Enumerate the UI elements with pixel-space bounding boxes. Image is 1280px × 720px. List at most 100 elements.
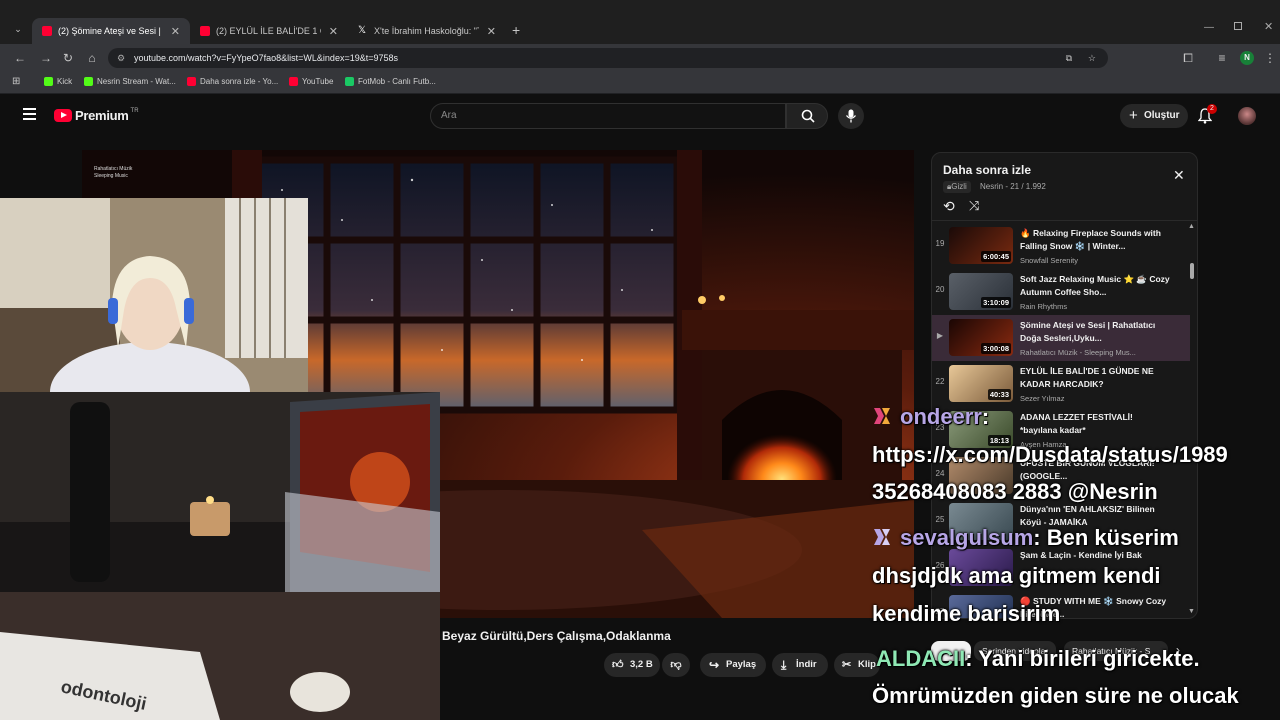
search-button[interactable] [786, 103, 828, 129]
chat-text: : [981, 404, 990, 429]
playlist-item[interactable]: 20 3:10:09 Soft Jazz Relaxing Music ⭐ ☕ … [932, 269, 1190, 315]
hamburger-menu-icon[interactable] [23, 108, 36, 120]
x-favicon-icon: 𝕏 [358, 25, 367, 36]
new-tab-icon[interactable]: + [512, 22, 520, 38]
browser-tab-2[interactable]: (2) EYLÜL İLE BALİ'DE 1 GÜNDE ✕ [190, 18, 348, 44]
restore-icon[interactable] [1234, 22, 1242, 30]
browser-tab-1[interactable]: (2) Şömine Ateşi ve Sesi | Rahatl ✕ [32, 18, 190, 44]
browser-toolbar: ← → ↻ ⌂ ⚙ youtube.com/watch?v=FyYpeO7fao… [0, 44, 1280, 72]
playlist-privacy-badge: 🔒︎Gizli [943, 181, 971, 193]
bookmark-item[interactable]: Daha sonra izle - Yo... [187, 77, 278, 86]
item-thumbnail: 3:00:08 [949, 319, 1013, 356]
browser-menu-icon[interactable]: ⋮ [1262, 50, 1278, 66]
playlist-owner-progress: Nesrin - 21 / 1.992 [980, 182, 1046, 191]
chat-badge-icon [874, 408, 890, 424]
bookmark-item[interactable]: Nesrin Stream - Wat... [84, 77, 176, 86]
item-thumbnail: 40:33 [949, 365, 1013, 402]
search-icon [801, 109, 815, 123]
chat-message-1-line-2: https://x.com/Dusdata/status/1989 [872, 442, 1228, 467]
back-icon[interactable]: ← [12, 50, 28, 66]
item-duration: 3:10:09 [981, 297, 1011, 308]
forward-icon[interactable]: → [38, 50, 54, 66]
microphone-icon [845, 109, 857, 123]
close-tab-icon[interactable]: ✕ [487, 25, 496, 38]
chat-username[interactable]: sevalgulsum [900, 525, 1033, 550]
privacy-label: Gizli [951, 182, 967, 191]
dislike-button[interactable]: 👎︎ [662, 653, 690, 677]
install-icon[interactable]: ⧉ [1066, 48, 1072, 68]
youtube-play-logo-icon [54, 109, 72, 122]
bookmark-label: Daha sonra izle - Yo... [200, 77, 279, 86]
tab-title: (2) Şömine Ateşi ve Sesi | Rahatl [58, 26, 163, 36]
create-button[interactable]: + Oluştur [1120, 104, 1188, 128]
account-avatar[interactable] [1238, 107, 1256, 125]
reload-icon[interactable]: ↻ [60, 50, 76, 66]
download-icon: ⤓ [781, 658, 787, 672]
streamer-webcam [0, 198, 308, 392]
item-title: Şömine Ateşi ve Sesi | Rahatlatıcı Doğa … [1020, 320, 1156, 343]
thumbs-down-icon: 👎︎ [670, 659, 682, 671]
chat-message-1: ondeerr: [872, 398, 989, 435]
browser-tab-bar: ⌄ (2) Şömine Ateşi ve Sesi | Rahatl ✕ (2… [0, 0, 1280, 44]
youtube-favicon-icon [42, 26, 52, 36]
bookmark-item[interactable]: YouTube [289, 77, 333, 86]
like-button[interactable]: 👍︎ 3,2 B [604, 653, 660, 677]
bookmarks-bar: ⊞ Kick Nesrin Stream - Wat... Daha sonra… [0, 72, 1280, 94]
bookmark-star-icon[interactable]: ☆ [1088, 48, 1096, 68]
media-controls-icon[interactable]: ≡ [1214, 50, 1230, 66]
youtube-header: Premium TR Ara + Oluştur 2 [0, 95, 1280, 137]
chat-message-3: ALDACII: Yani birileri giricekte. [872, 640, 1200, 677]
item-index: 22 [935, 377, 945, 386]
scissors-icon: ✂ [842, 659, 852, 671]
playlist-item-current[interactable]: ▶ 3:00:08 Şömine Ateşi ve Sesi | Rahatla… [932, 315, 1190, 361]
like-count: 3,2 B [630, 659, 653, 670]
fotmob-favicon-icon [345, 77, 354, 86]
close-tab-icon[interactable]: ✕ [329, 25, 338, 38]
profile-avatar[interactable]: N [1240, 51, 1254, 65]
browser-tab-3[interactable]: 𝕏 X'te İbrahim Haskoloğlu: "Türkiy ✕ [348, 18, 506, 44]
close-window-icon[interactable]: ✕ [1264, 20, 1273, 33]
close-playlist-icon[interactable]: ✕ [1173, 167, 1185, 184]
chat-message-2-line-2: dhsjdjdk ama gitmem kendi [872, 563, 1161, 588]
scroll-up-icon[interactable]: ▲ [1188, 223, 1195, 230]
playlist-scrollbar[interactable] [1190, 263, 1194, 279]
loop-icon[interactable]: ⟲ [943, 198, 955, 215]
home-icon[interactable]: ⌂ [84, 50, 100, 66]
kick-favicon-icon [84, 77, 93, 86]
youtube-logo[interactable]: Premium TR [54, 108, 139, 123]
playlist-title[interactable]: Daha sonra izle [943, 163, 1031, 177]
close-tab-icon[interactable]: ✕ [171, 25, 180, 38]
url-text: youtube.com/watch?v=FyYpeO7fao8&list=WL&… [134, 53, 398, 63]
bookmark-item[interactable]: FotMob - Canlı Futb... [345, 77, 436, 86]
item-thumbnail: 6:00:45 [949, 227, 1013, 264]
playlist-item[interactable]: 19 6:00:45 🔥 Relaxing Fireplace Sounds w… [932, 223, 1190, 269]
apps-grid-icon[interactable]: ⊞ [12, 77, 22, 87]
chat-username[interactable]: ondeerr [900, 404, 982, 429]
item-channel: Rain Rhythms [1020, 302, 1068, 311]
bookmark-item[interactable]: Kick [44, 77, 72, 86]
shuffle-icon[interactable]: ⤨ [969, 198, 979, 214]
bookmark-label: Kick [57, 77, 73, 86]
bookmark-label: YouTube [302, 77, 334, 86]
kick-favicon-icon [44, 77, 53, 86]
item-channel: Rahatlatıcı Müzik - Sleeping Mus... [1020, 348, 1136, 357]
minimize-icon[interactable]: — [1204, 22, 1214, 33]
chat-username[interactable]: ALDACII [876, 646, 965, 671]
scroll-down-icon[interactable]: ▼ [1188, 608, 1195, 615]
chat-message-2: sevalgulsum: Ben küserim [872, 519, 1179, 556]
site-info-icon[interactable]: ⚙ [117, 48, 125, 68]
notifications-button[interactable]: 2 [1197, 104, 1217, 126]
item-index: 19 [935, 239, 945, 248]
tab-title: (2) EYLÜL İLE BALİ'DE 1 GÜNDE [216, 26, 321, 36]
share-button[interactable]: ↪ Paylaş [700, 653, 766, 677]
search-input[interactable]: Ara [430, 103, 786, 129]
youtube-favicon-icon [187, 77, 196, 86]
address-bar[interactable]: ⚙ youtube.com/watch?v=FyYpeO7fao8&list=W… [108, 48, 1108, 68]
extensions-icon[interactable]: ⧠ [1180, 50, 1196, 66]
item-channel: Sezer Yılmaz [1020, 394, 1065, 403]
streamer-webcam-image [0, 198, 308, 392]
tab-search-button[interactable]: ⌄ [11, 24, 25, 38]
voice-search-button[interactable] [838, 103, 864, 129]
watermark-line-2: Sleeping Music [94, 173, 128, 179]
download-button[interactable]: ⤓ İndir [772, 653, 828, 677]
